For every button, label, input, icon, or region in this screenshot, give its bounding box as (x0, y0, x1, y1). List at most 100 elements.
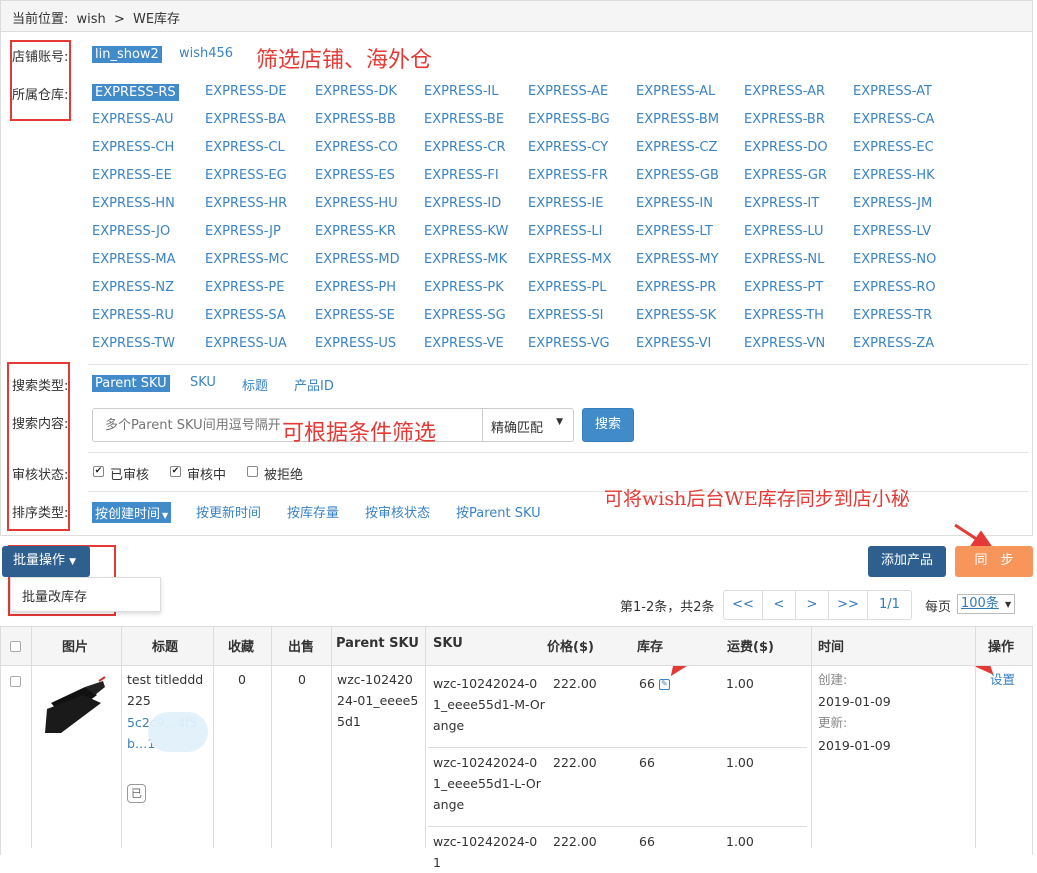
warehouse-option[interactable]: EXPRESS-RO (853, 280, 936, 295)
row-checkbox[interactable] (10, 676, 21, 687)
warehouse-option[interactable]: EXPRESS-NZ (92, 280, 174, 295)
warehouse-option[interactable]: EXPRESS-CY (528, 140, 608, 155)
warehouse-option[interactable]: EXPRESS-VN (744, 336, 825, 351)
warehouse-option[interactable]: EXPRESS-BM (636, 112, 719, 127)
warehouse-option[interactable]: EXPRESS-AR (744, 84, 825, 99)
warehouse-option[interactable]: EXPRESS-CH (92, 140, 174, 155)
warehouse-option[interactable]: EXPRESS-CR (424, 140, 506, 155)
warehouse-option[interactable]: EXPRESS-VI (636, 336, 711, 351)
warehouse-option[interactable]: EXPRESS-SA (205, 308, 286, 323)
warehouse-option[interactable]: EXPRESS-AE (528, 84, 608, 99)
warehouse-option[interactable]: EXPRESS-TW (92, 336, 175, 351)
warehouse-option[interactable]: EXPRESS-KR (315, 224, 396, 239)
warehouse-option[interactable]: EXPRESS-NL (744, 252, 824, 267)
warehouse-option[interactable]: EXPRESS-CL (205, 140, 285, 155)
warehouse-option[interactable]: EXPRESS-TH (744, 308, 824, 323)
sort-updated[interactable]: 按更新时间 (196, 502, 261, 521)
warehouse-option[interactable]: EXPRESS-PK (424, 280, 504, 295)
warehouse-option[interactable]: EXPRESS-DE (205, 84, 287, 99)
warehouse-option[interactable]: EXPRESS-RS (92, 84, 179, 101)
settings-link[interactable]: 设置 (990, 669, 1015, 690)
warehouse-option[interactable]: EXPRESS-CO (315, 140, 398, 155)
warehouse-option[interactable]: EXPRESS-BA (205, 112, 286, 127)
warehouse-option[interactable]: EXPRESS-SG (424, 308, 506, 323)
warehouse-option[interactable]: EXPRESS-HN (92, 196, 175, 211)
warehouse-option[interactable]: EXPRESS-ZA (853, 336, 934, 351)
warehouse-option[interactable]: EXPRESS-BR (744, 112, 825, 127)
checkbox-rejected[interactable] (247, 466, 258, 477)
search-type-title[interactable]: 标题 (242, 375, 268, 394)
warehouse-option[interactable]: EXPRESS-GB (636, 168, 719, 183)
warehouse-option[interactable]: EXPRESS-LT (636, 224, 713, 239)
warehouse-option[interactable]: EXPRESS-BG (528, 112, 610, 127)
warehouse-option[interactable]: EXPRESS-IL (424, 84, 498, 99)
warehouse-option[interactable]: EXPRESS-LU (744, 224, 824, 239)
page-next-button[interactable]: > (795, 590, 829, 620)
batch-operation-button[interactable]: 批量操作 ▼ (2, 546, 90, 577)
warehouse-option[interactable]: EXPRESS-PT (744, 280, 823, 295)
warehouse-option[interactable]: EXPRESS-MC (205, 252, 289, 267)
warehouse-option[interactable]: EXPRESS-ID (424, 196, 501, 211)
match-mode-select[interactable]: 精确匹配 ▼ (482, 408, 574, 442)
batch-edit-stock-item[interactable]: 批量改库存 (22, 586, 87, 605)
select-all-checkbox[interactable] (10, 641, 21, 652)
warehouse-option[interactable]: EXPRESS-EC (853, 140, 934, 155)
warehouse-option[interactable]: EXPRESS-CA (853, 112, 934, 127)
edit-icon[interactable]: ✎ (658, 679, 670, 690)
search-type-parent-sku[interactable]: Parent SKU (92, 375, 170, 392)
sort-parent-sku[interactable]: 按Parent SKU (456, 502, 541, 521)
warehouse-option[interactable]: EXPRESS-SI (528, 308, 604, 323)
warehouse-option[interactable]: EXPRESS-HR (205, 196, 287, 211)
page-last-button[interactable]: >> (828, 590, 868, 620)
warehouse-option[interactable]: EXPRESS-PE (205, 280, 284, 295)
sync-button[interactable]: 同 步 (955, 546, 1033, 577)
warehouse-option[interactable]: EXPRESS-HU (315, 196, 398, 211)
warehouse-option[interactable]: EXPRESS-US (315, 336, 396, 351)
warehouse-option[interactable]: EXPRESS-AL (636, 84, 715, 99)
warehouse-option[interactable]: EXPRESS-AU (92, 112, 174, 127)
warehouse-option[interactable]: EXPRESS-LV (853, 224, 931, 239)
warehouse-option[interactable]: EXPRESS-BB (315, 112, 396, 127)
warehouse-option[interactable]: EXPRESS-CZ (636, 140, 717, 155)
warehouse-option[interactable]: EXPRESS-RU (92, 308, 174, 323)
warehouse-option[interactable]: EXPRESS-MD (315, 252, 400, 267)
warehouse-option[interactable]: EXPRESS-LI (528, 224, 602, 239)
warehouse-option[interactable]: EXPRESS-MA (92, 252, 176, 267)
warehouse-option[interactable]: EXPRESS-DK (315, 84, 397, 99)
warehouse-option[interactable]: EXPRESS-TR (853, 308, 932, 323)
warehouse-option[interactable]: EXPRESS-PL (528, 280, 606, 295)
warehouse-option[interactable]: EXPRESS-PH (315, 280, 396, 295)
store-option[interactable]: lin_show2 (92, 46, 162, 63)
sort-stock[interactable]: 按库存量 (287, 502, 339, 521)
sort-created[interactable]: 按创建时间 ▼ (92, 502, 172, 523)
warehouse-option[interactable]: EXPRESS-FR (528, 168, 608, 183)
warehouse-option[interactable]: EXPRESS-KW (424, 224, 508, 239)
warehouse-option[interactable]: EXPRESS-SE (315, 308, 395, 323)
warehouse-option[interactable]: EXPRESS-VG (528, 336, 610, 351)
warehouse-option[interactable]: EXPRESS-EE (92, 168, 172, 183)
warehouse-option[interactable]: EXPRESS-JP (205, 224, 281, 239)
warehouse-option[interactable]: EXPRESS-BE (424, 112, 504, 127)
warehouse-option[interactable]: EXPRESS-JM (853, 196, 932, 211)
warehouse-option[interactable]: EXPRESS-AT (853, 84, 932, 99)
warehouse-option[interactable]: EXPRESS-SK (636, 308, 716, 323)
warehouse-option[interactable]: EXPRESS-DO (744, 140, 828, 155)
warehouse-option[interactable]: EXPRESS-ES (315, 168, 395, 183)
per-page-select[interactable]: 100条 ▼ (957, 594, 1015, 614)
warehouse-option[interactable]: EXPRESS-UA (205, 336, 287, 351)
add-product-button[interactable]: 添加产品 (868, 546, 946, 577)
warehouse-option[interactable]: EXPRESS-MY (636, 252, 719, 267)
warehouse-option[interactable]: EXPRESS-JO (92, 224, 170, 239)
warehouse-option[interactable]: EXPRESS-IT (744, 196, 819, 211)
warehouse-option[interactable]: EXPRESS-PR (636, 280, 716, 295)
search-button[interactable]: 搜索 (582, 408, 634, 442)
warehouse-option[interactable]: EXPRESS-GR (744, 168, 827, 183)
checkbox-reviewing[interactable]: ✔ (170, 466, 181, 477)
breadcrumb-root[interactable]: wish (77, 12, 106, 27)
warehouse-option[interactable]: EXPRESS-MX (528, 252, 612, 267)
page-prev-button[interactable]: < (762, 590, 796, 620)
search-type-sku[interactable]: SKU (190, 375, 216, 390)
sort-review[interactable]: 按审核状态 (365, 502, 430, 521)
warehouse-option[interactable]: EXPRESS-HK (853, 168, 935, 183)
checkbox-approved[interactable]: ✔ (93, 466, 104, 477)
